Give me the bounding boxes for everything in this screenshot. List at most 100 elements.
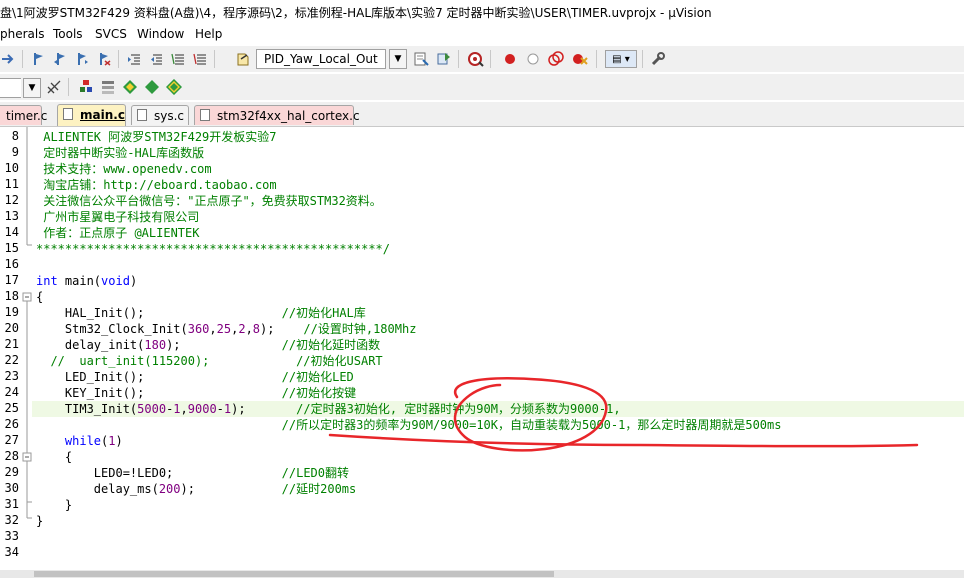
comment-token: 技术支持：www.openedv.com <box>36 162 212 176</box>
window-layout-button[interactable]: ▤ ▾ <box>605 50 637 68</box>
unindent-icon[interactable] <box>148 51 164 67</box>
find-in-files-icon[interactable] <box>236 51 252 67</box>
breakpoint-disable-icon[interactable] <box>525 51 541 67</box>
bookmark-next-icon[interactable] <box>74 51 90 67</box>
code-line[interactable]: LED0=!LED0; //LED0翻转 <box>36 465 349 481</box>
file-extensions-icon[interactable] <box>100 79 116 95</box>
code-token: Stm32_Clock_Init( <box>36 322 188 336</box>
code-line[interactable]: 关注微信公众平台微信号："正点原子"，免费获取STM32资料。 <box>36 193 382 209</box>
manage-project-items-icon[interactable] <box>78 79 94 95</box>
line-number: 34 <box>4 545 19 559</box>
code-line[interactable]: { <box>36 289 43 305</box>
tab-timer-c[interactable]: timer.c <box>0 105 47 125</box>
breakpoint-icon[interactable] <box>502 51 518 67</box>
menu-help[interactable]: Help <box>195 27 222 41</box>
chevron-down-icon: ▼ <box>28 83 36 93</box>
code-token: } <box>36 498 73 512</box>
code-line[interactable]: 广州市星翼电子科技有限公司 <box>36 209 199 225</box>
code-token: TIM3_Init( <box>36 402 138 416</box>
code-line[interactable]: delay_init(180); //初始化延时函数 <box>36 337 380 353</box>
line-number: 21 <box>4 337 19 351</box>
comment-token: //定时器3初始化, 定时器时钟为90M，分频系数为9000-1, <box>296 402 621 416</box>
code-line[interactable]: TIM3_Init(5000-1,9000-1); //定时器3初始化, 定时器… <box>36 401 621 417</box>
comment-icon[interactable] <box>170 51 186 67</box>
code-line[interactable]: 技术支持：www.openedv.com <box>36 161 212 177</box>
code-line[interactable]: // uart_init(115200); //初始化USART <box>36 353 382 369</box>
code-line[interactable]: HAL_Init(); //初始化HAL库 <box>36 305 366 321</box>
target-dropdown-button[interactable]: ▼ <box>389 49 407 69</box>
browse-icon[interactable] <box>436 51 452 67</box>
keyword-token: while <box>64 434 102 448</box>
code-line[interactable]: } <box>36 497 72 513</box>
code-line[interactable]: KEY_Init(); //初始化按键 <box>36 385 356 401</box>
target-select[interactable]: PID_Yaw_Local_Out <box>256 49 386 69</box>
target-combo-edge[interactable] <box>0 78 21 98</box>
bookmark-clear-icon[interactable] <box>96 51 112 67</box>
bookmark-icon[interactable] <box>30 51 46 67</box>
comment-token: 关注微信公众平台微信号："正点原子"，免费获取STM32资料。 <box>36 194 382 208</box>
code-token: } <box>36 514 44 528</box>
number-token: 25 <box>216 322 232 336</box>
line-number: 19 <box>4 305 19 319</box>
comment-token: //初始化HAL库 <box>281 306 366 320</box>
code-token: delay_init( <box>36 338 145 352</box>
code-token: ); <box>180 482 282 496</box>
line-number: 15 <box>4 241 19 255</box>
chevron-down-icon: ▼ <box>394 54 402 64</box>
line-number: 16 <box>4 257 19 271</box>
code-line[interactable]: ALIENTEK 阿波罗STM32F429开发板实验7 <box>36 129 276 145</box>
tab-label: sys.c <box>154 109 185 123</box>
code-line[interactable]: Stm32_Clock_Init(360,25,2,8); //设置时钟,180… <box>36 321 417 337</box>
window-title: 盘\1阿波罗STM32F429 资料盘(A盘)\4，程序源码\2，标准例程-HA… <box>0 6 712 20</box>
menu-window[interactable]: Window <box>137 27 184 41</box>
code-token: - <box>216 402 224 416</box>
line-number: 20 <box>4 321 19 335</box>
breakpoints-disable-all-icon[interactable] <box>548 51 564 67</box>
tab-main-c[interactable]: main.c <box>57 104 126 126</box>
select-packs-icon[interactable] <box>122 79 138 95</box>
code-token: , <box>245 322 253 336</box>
code-line[interactable]: LED_Init(); //初始化LED <box>36 369 354 385</box>
code-line[interactable]: while(1) <box>36 433 123 449</box>
line-number: 30 <box>4 481 19 495</box>
bookmark-prev-icon[interactable] <box>52 51 68 67</box>
tab-sys-c[interactable]: sys.c <box>131 105 189 125</box>
menu-peripherals[interactable]: pherals <box>0 27 44 41</box>
uncomment-icon[interactable] <box>192 51 208 67</box>
code-line[interactable]: 淘宝店铺：http://eboard.taobao.com <box>36 177 277 193</box>
horizontal-scrollbar[interactable] <box>0 570 964 578</box>
breakpoints-kill-all-icon[interactable] <box>572 51 588 67</box>
code-token: KEY_Init(); <box>36 386 282 400</box>
number-token: 360 <box>187 322 210 336</box>
code-line[interactable]: int main(void) <box>36 273 137 289</box>
incremental-find-icon[interactable] <box>414 51 430 67</box>
tab-stm32f4xx-hal-cortex-c[interactable]: stm32f4xx_hal_cortex.c <box>194 105 360 125</box>
code-editor[interactable]: 8 9 10 11 12 13 14 15 16 17 18 19 20 21 22 23 24 25 26 27 28… <box>0 127 964 570</box>
comment-token: //所以定时器3的频率为90M/9000=10K，自动重装载为5000-1，那么… <box>281 418 782 432</box>
debug-session-icon[interactable] <box>468 51 484 67</box>
menu-tools[interactable]: Tools <box>53 27 83 41</box>
keyword-token: int <box>36 274 58 288</box>
scrollbar-thumb[interactable] <box>34 571 554 577</box>
code-line[interactable]: delay_ms(200); //延时200ms <box>36 481 356 497</box>
code-line[interactable]: ****************************************… <box>36 241 390 257</box>
run-time-environment-icon[interactable] <box>166 79 182 95</box>
title-bar: 盘\1阿波罗STM32F429 资料盘(A盘)\4，程序源码\2，标准例程-HA… <box>0 0 964 24</box>
code-line[interactable]: //所以定时器3的频率为90M/9000=10K，自动重装载为5000-1，那么… <box>36 417 782 433</box>
comment-token: 作者：正点原子 @ALIENTEK <box>36 226 200 240</box>
target-combo-dropdown[interactable]: ▼ <box>23 78 41 98</box>
indent-icon[interactable] <box>126 51 142 67</box>
menu-svcs[interactable]: SVCS <box>95 27 127 41</box>
comment-token: 淘宝店铺：http://eboard.taobao.com <box>36 178 277 192</box>
tab-label: timer.c <box>6 109 48 123</box>
pack-installer-icon[interactable] <box>144 79 160 95</box>
code-line[interactable]: 定时器中断实验-HAL库函数版 <box>36 145 204 161</box>
arrow-right-icon[interactable] <box>0 51 16 67</box>
configure-icon[interactable] <box>650 51 666 67</box>
code-line[interactable]: } <box>36 513 43 529</box>
target-options-icon[interactable] <box>46 79 62 95</box>
code-line[interactable]: 作者：正点原子 @ALIENTEK <box>36 225 199 241</box>
code-line[interactable]: { <box>36 449 72 465</box>
